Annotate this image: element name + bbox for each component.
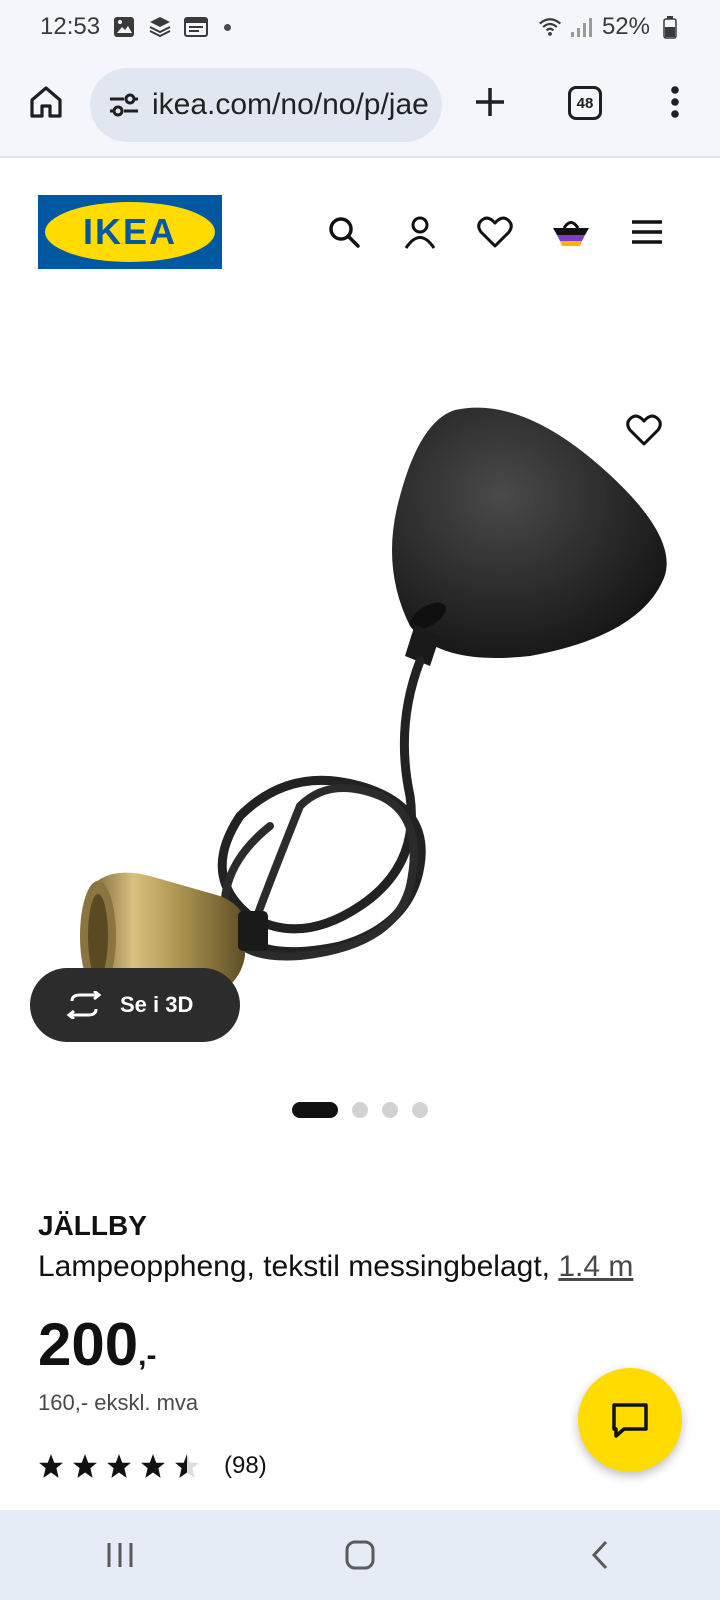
battery-percent: 52% — [601, 13, 650, 40]
new-tab-button[interactable] — [470, 82, 510, 122]
recents-button[interactable] — [90, 1525, 150, 1585]
star-icon — [73, 1454, 97, 1478]
tab-switcher-button[interactable]: 48 — [568, 86, 602, 120]
main-menu-button[interactable] — [627, 212, 667, 252]
chat-button[interactable] — [578, 1368, 682, 1472]
logo-text: IKEA — [82, 211, 177, 252]
more-vert-icon — [671, 86, 679, 118]
star-icon — [107, 1454, 131, 1478]
product-price: 200 ,- — [38, 1310, 156, 1380]
basket-button[interactable] — [551, 212, 591, 252]
price-main: 200 — [38, 1311, 139, 1378]
back-icon — [591, 1540, 608, 1570]
image-icon — [112, 15, 136, 39]
price-excluding-vat: 160,- ekskl. mva — [38, 1390, 199, 1415]
star-icon — [39, 1454, 63, 1478]
product-measure-link[interactable]: 1.4 m — [558, 1250, 633, 1283]
browser-toolbar: ikea.com/no/no/p/jae 48 — [0, 54, 720, 158]
dot-icon — [224, 23, 232, 31]
chat-icon — [612, 1403, 648, 1438]
star-icon — [141, 1454, 165, 1478]
search-button[interactable] — [324, 212, 364, 252]
pendant-lamp-illustration — [80, 407, 667, 1006]
browser-home-button[interactable] — [26, 82, 66, 122]
view-in-3d-button[interactable]: Se i 3D — [30, 968, 240, 1042]
image-carousel-indicator — [292, 1102, 428, 1118]
basket-icon — [553, 221, 589, 246]
carousel-dot[interactable] — [412, 1102, 428, 1118]
page: 12:53 52% ikea.com/no/no/p/jae 48 IKEA S… — [0, 0, 720, 1600]
product-rating[interactable]: (98) — [38, 1452, 267, 1480]
favourites-button[interactable] — [475, 212, 515, 252]
layers-icon — [148, 15, 172, 39]
price-suffix: ,- — [138, 1339, 157, 1372]
product-image[interactable] — [0, 306, 720, 1076]
logo-oval: IKEA — [45, 202, 215, 262]
carousel-dot[interactable] — [292, 1102, 338, 1118]
site-header: IKEA — [0, 158, 720, 306]
heart-icon — [626, 414, 662, 446]
system-navigation-bar — [0, 1510, 720, 1600]
rating-count: (98) — [224, 1452, 267, 1479]
carousel-dot[interactable] — [352, 1102, 368, 1118]
hamburger-menu-icon — [632, 220, 662, 244]
browser-menu-button[interactable] — [660, 82, 690, 122]
plus-icon — [476, 88, 504, 116]
product-favourite-button[interactable] — [624, 410, 664, 450]
address-bar[interactable]: ikea.com/no/no/p/jae — [90, 68, 442, 142]
product-description-text: Lampeoppheng, tekstil messingbelagt, — [38, 1250, 559, 1283]
home-icon — [30, 86, 62, 118]
product-name: JÄLLBY — [38, 1210, 147, 1241]
profile-button[interactable] — [400, 212, 440, 252]
status-time: 12:53 — [40, 13, 101, 40]
carousel-dot[interactable] — [382, 1102, 398, 1118]
recents-icon — [107, 1543, 133, 1567]
view-in-3d-label: Se i 3D — [120, 992, 194, 1017]
site-settings-icon — [110, 93, 138, 117]
product-description: Lampeoppheng, tekstil messingbelagt, 1.4… — [38, 1250, 633, 1284]
battery-icon — [658, 15, 682, 39]
home-nav-button[interactable] — [330, 1525, 390, 1585]
ikea-logo[interactable]: IKEA — [38, 195, 222, 269]
status-bar: 12:53 52% — [0, 0, 720, 54]
wifi-icon — [538, 15, 562, 39]
search-icon — [329, 217, 360, 248]
signal-icon — [570, 15, 594, 39]
half-star-icon — [175, 1454, 199, 1478]
news-icon — [184, 15, 209, 39]
back-button[interactable] — [570, 1525, 630, 1585]
rotate-3d-icon — [66, 991, 102, 1019]
home-icon — [345, 1540, 375, 1570]
user-icon — [404, 216, 436, 249]
url-text: ikea.com/no/no/p/jae — [152, 88, 429, 121]
heart-icon — [477, 216, 513, 248]
